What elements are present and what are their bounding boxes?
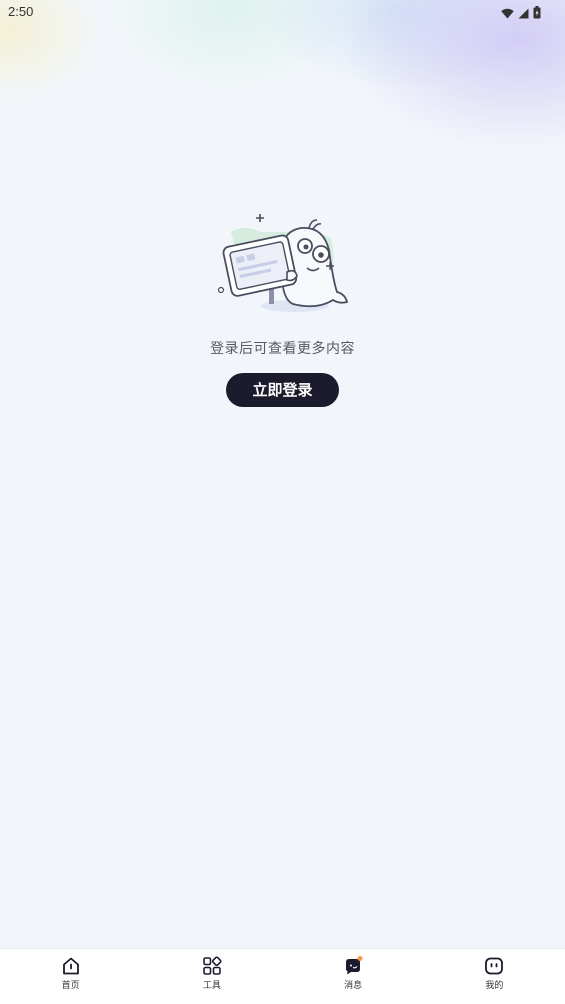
tab-tools-label: 工具 [202, 981, 221, 991]
empty-state: 登录后可查看更多内容 立即登录 [0, 210, 565, 407]
tab-messages-label: 消息 [344, 981, 363, 991]
grid-tools-icon [202, 956, 222, 976]
status-bar: 2:50 [0, 0, 565, 24]
message-icon [343, 956, 363, 976]
tab-profile[interactable]: 我的 [424, 949, 565, 1004]
status-time: 2:50 [8, 4, 34, 19]
wifi-icon [501, 4, 514, 23]
home-icon [61, 956, 81, 976]
status-icons [501, 4, 541, 23]
battery-icon [533, 4, 541, 23]
bottom-tab-bar: 首页 工具 消息 我的 [0, 948, 565, 1004]
tab-messages[interactable]: 消息 [283, 949, 424, 1004]
mascot-holding-sign-illustration [217, 214, 348, 312]
cellular-signal-icon [518, 4, 529, 23]
tab-tools[interactable]: 工具 [141, 949, 282, 1004]
badge-dot [357, 956, 363, 961]
tab-home[interactable]: 首页 [0, 949, 141, 1004]
tab-profile-label: 我的 [485, 981, 504, 991]
profile-face-icon [484, 956, 504, 976]
empty-state-message: 登录后可查看更多内容 [210, 341, 355, 357]
tab-home-label: 首页 [61, 981, 80, 991]
login-now-button[interactable]: 立即登录 [226, 373, 339, 407]
background-glow [0, 0, 565, 170]
